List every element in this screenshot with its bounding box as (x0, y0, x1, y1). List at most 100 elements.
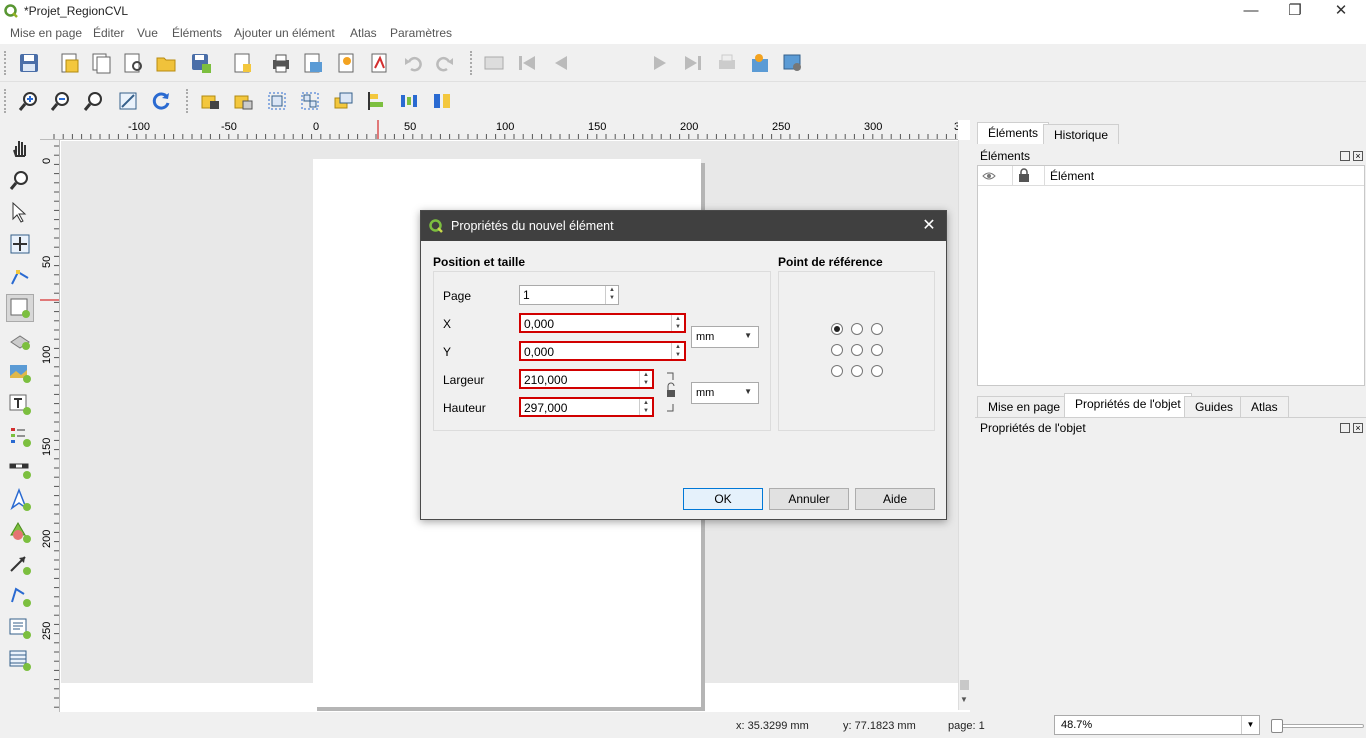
export-atlas-icon[interactable] (747, 50, 773, 76)
close-window-button[interactable]: ✕ (1318, 0, 1364, 22)
ref-top-left-radio[interactable] (831, 323, 843, 335)
close-dock-icon[interactable]: × (1353, 151, 1363, 161)
lock-icon[interactable] (1018, 168, 1030, 183)
tab-guides[interactable]: Guides (1184, 396, 1245, 418)
vertical-scrollbar[interactable]: ▼ (958, 140, 970, 710)
spin-arrows-icon[interactable]: ▲ ▼ (639, 371, 652, 387)
group-items-icon[interactable] (264, 88, 290, 114)
add-north-arrow-icon[interactable] (6, 486, 34, 514)
print-atlas-icon[interactable] (714, 50, 740, 76)
add-label-icon[interactable] (6, 390, 34, 418)
spin-arrows-icon[interactable]: ▲ ▼ (671, 343, 684, 359)
spin-arrows-icon[interactable]: ▲ ▼ (639, 399, 652, 415)
float-dock-icon[interactable] (1340, 423, 1350, 433)
page-spinbox[interactable]: 1 ▲ ▼ (519, 285, 619, 305)
zoom-out-icon[interactable] (48, 88, 74, 114)
add-attribute-table-icon[interactable] (6, 646, 34, 674)
ref-bottom-left-radio[interactable] (831, 365, 843, 377)
layout-manager-icon[interactable] (120, 50, 146, 76)
raise-items-icon[interactable] (330, 88, 356, 114)
add-legend-icon[interactable] (6, 422, 34, 450)
help-button[interactable]: Aide (855, 488, 935, 510)
edit-nodes-icon[interactable] (6, 262, 34, 290)
next-feature-icon[interactable] (647, 50, 673, 76)
refresh-icon[interactable] (148, 88, 174, 114)
x-field[interactable]: 0,000 ▲ ▼ (519, 313, 686, 333)
tab-elements[interactable]: Éléments (977, 122, 1050, 144)
export-pdf-icon[interactable] (367, 50, 393, 76)
zoom-slider-handle[interactable] (1271, 719, 1283, 733)
width-field[interactable]: 210,000 ▲ ▼ (519, 369, 654, 389)
zoom-combobox[interactable]: 48.7% ▼ (1054, 715, 1260, 735)
toolbar-grip[interactable] (186, 89, 190, 113)
zoom-full-icon[interactable] (115, 88, 141, 114)
export-svg-icon[interactable] (334, 50, 360, 76)
zoom-tool-icon[interactable] (6, 166, 34, 194)
save-template-icon[interactable] (188, 50, 214, 76)
menu-editer[interactable]: Éditer (93, 26, 124, 40)
duplicate-layout-icon[interactable] (88, 50, 114, 76)
ref-bottom-center-radio[interactable] (851, 365, 863, 377)
previous-feature-icon[interactable] (548, 50, 574, 76)
add-arrow-icon[interactable] (6, 550, 34, 578)
add-scalebar-icon[interactable] (6, 454, 34, 482)
add-page-icon[interactable] (229, 50, 255, 76)
new-layout-icon[interactable] (56, 50, 82, 76)
tab-proprietes-objet[interactable]: Propriétés de l'objet (1064, 393, 1192, 418)
dialog-close-button[interactable]: ✕ (918, 215, 940, 237)
position-unit-select[interactable]: mm ▼ (691, 326, 759, 348)
zoom-in-icon[interactable] (16, 88, 42, 114)
align-items-icon[interactable] (363, 88, 389, 114)
tab-mise-en-page[interactable]: Mise en page (977, 396, 1072, 418)
zoom-slider[interactable] (1271, 719, 1364, 733)
spin-arrows-icon[interactable]: ▲ ▼ (605, 286, 618, 304)
menu-parametres[interactable]: Paramètres (390, 26, 452, 40)
ref-middle-left-radio[interactable] (831, 344, 843, 356)
chevron-down-icon[interactable]: ▼ (1241, 716, 1259, 734)
height-field[interactable]: 297,000 ▲ ▼ (519, 397, 654, 417)
resize-items-icon[interactable] (429, 88, 455, 114)
undo-icon[interactable] (400, 50, 426, 76)
open-template-icon[interactable] (153, 50, 179, 76)
restore-button[interactable]: ❐ (1272, 0, 1318, 22)
lock-ratio-icon[interactable] (666, 372, 676, 412)
distribute-items-icon[interactable] (396, 88, 422, 114)
menu-atlas[interactable]: Atlas (350, 26, 377, 40)
spin-arrows-icon[interactable]: ▲ ▼ (671, 315, 684, 331)
add-map-icon[interactable] (6, 294, 34, 322)
ref-middle-center-radio[interactable] (851, 344, 863, 356)
print-icon[interactable] (268, 50, 294, 76)
ok-button[interactable]: OK (683, 488, 763, 510)
eye-icon[interactable] (982, 170, 996, 180)
export-image-icon[interactable] (300, 50, 326, 76)
float-dock-icon[interactable] (1340, 151, 1350, 161)
size-unit-select[interactable]: mm ▼ (691, 382, 759, 404)
tab-history[interactable]: Historique (1043, 124, 1120, 144)
add-3d-map-icon[interactable] (6, 326, 34, 354)
menu-mise-en-page[interactable]: Mise en page (10, 26, 82, 40)
elements-list[interactable]: Élément (977, 165, 1365, 386)
menu-ajouter-element[interactable]: Ajouter un élément (234, 26, 335, 40)
move-content-icon[interactable] (6, 230, 34, 258)
select-move-icon[interactable] (6, 198, 34, 226)
add-shape-icon[interactable] (6, 518, 34, 546)
unlock-items-icon[interactable] (230, 88, 256, 114)
atlas-preview-icon[interactable] (481, 50, 507, 76)
add-picture-icon[interactable] (6, 358, 34, 386)
last-feature-icon[interactable] (680, 50, 706, 76)
lock-items-icon[interactable] (197, 88, 223, 114)
menu-elements[interactable]: Éléments (172, 26, 222, 40)
ref-bottom-right-radio[interactable] (871, 365, 883, 377)
add-node-item-icon[interactable] (6, 582, 34, 610)
ref-top-right-radio[interactable] (871, 323, 883, 335)
add-html-icon[interactable] (6, 614, 34, 642)
toolbar-grip[interactable] (4, 89, 8, 113)
close-dock-icon[interactable]: × (1353, 423, 1363, 433)
toolbar-grip[interactable] (4, 51, 8, 75)
ref-middle-right-radio[interactable] (871, 344, 883, 356)
ref-top-center-radio[interactable] (851, 323, 863, 335)
save-icon[interactable] (16, 50, 42, 76)
ungroup-items-icon[interactable] (297, 88, 323, 114)
pan-icon[interactable] (6, 134, 34, 162)
scroll-down-icon[interactable]: ▼ (960, 695, 968, 704)
